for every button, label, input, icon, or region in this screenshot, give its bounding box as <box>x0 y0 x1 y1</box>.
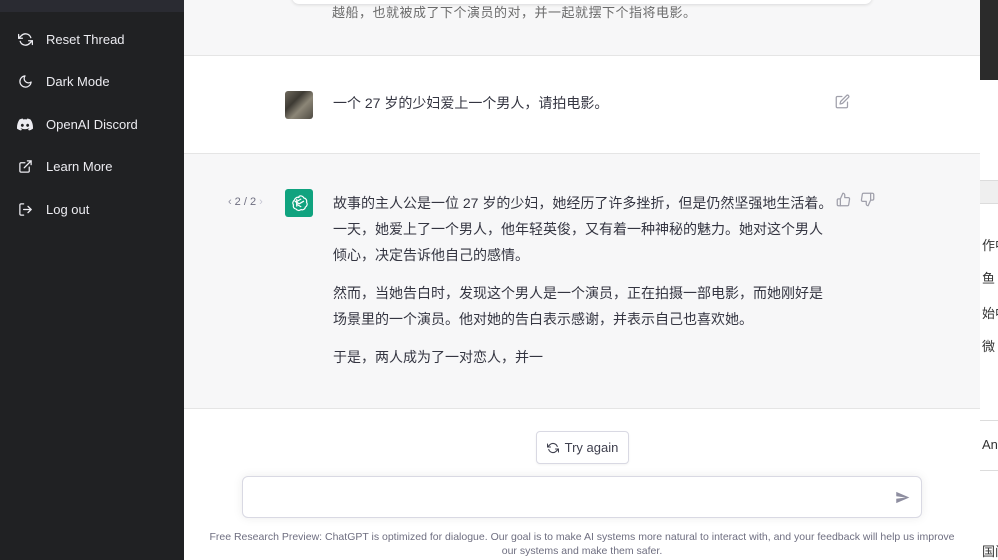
background-text-fragment: 作中 <box>982 238 998 253</box>
previous-message-row: 越船，也就被成了下个演员的对，并一起就摆下个指将电影。 <box>184 0 980 56</box>
sidebar-item-discord[interactable]: OpenAI Discord <box>0 106 184 142</box>
prompt-input[interactable] <box>255 487 875 509</box>
user-message-row: 一个 27 岁的少妇爱上一个男人，请拍电影。 <box>184 56 980 154</box>
background-text-fragment: 国间 <box>982 544 998 559</box>
assistant-message-text: 故事的主人公是一位 27 岁的少妇，她经历了许多挫折，但是仍然坚强地生活着。一天… <box>333 190 833 382</box>
refresh-icon <box>546 442 559 453</box>
discord-icon <box>16 115 34 133</box>
prompt-input-box[interactable] <box>242 476 922 518</box>
chat-main: 越船，也就被成了下个演员的对，并一起就摆下个指将电影。 一个 27 岁的少妇爱上… <box>184 0 980 560</box>
footer-disclaimer: Free Research Preview: ChatGPT is optimi… <box>209 531 955 557</box>
try-again-label: Try again <box>564 440 619 455</box>
pager-label: 2 / 2 <box>234 196 257 208</box>
openai-logo-icon <box>292 195 308 212</box>
assistant-paragraph: 故事的主人公是一位 27 岁的少妇，她经历了许多挫折，但是仍然坚强地生活着。一天… <box>333 195 833 263</box>
refresh-icon <box>16 30 34 48</box>
background-text-fragment: 鱼 <box>982 271 996 286</box>
assistant-paragraph: 于是，两人成为了一对恋人，并一 <box>333 349 543 365</box>
sidebar-item-label: Learn More <box>46 158 113 174</box>
background-text-fragment: 微 <box>982 339 996 354</box>
send-icon[interactable] <box>895 490 911 506</box>
moon-icon <box>16 72 34 90</box>
user-avatar <box>285 91 313 119</box>
sidebar-item-learn-more[interactable]: Learn More <box>0 148 184 184</box>
edit-icon[interactable] <box>835 94 851 110</box>
thumbs-down-icon[interactable] <box>860 192 876 208</box>
response-pager: ‹ 2 / 2 › <box>228 196 263 208</box>
background-divider <box>980 420 998 421</box>
thumbs-up-icon[interactable] <box>836 192 852 208</box>
pager-next-button[interactable]: › <box>259 196 263 208</box>
sidebar-item-reset-thread[interactable]: Reset Thread <box>0 21 184 57</box>
sidebar-top-edge <box>0 0 184 12</box>
assistant-avatar <box>285 189 313 217</box>
sidebar-item-label: Dark Mode <box>46 73 110 89</box>
assistant-paragraph: 然而，当她告白时，发现这个男人是一个演员，正在拍摄一部电影，而她刚好是场景里的一… <box>333 285 823 327</box>
background-text-fragment: 始中 <box>982 306 998 321</box>
background-divider <box>980 470 998 471</box>
logout-icon <box>16 200 34 218</box>
pager-prev-button[interactable]: ‹ <box>228 196 232 208</box>
background-text-fragment: An <box>982 437 998 452</box>
user-message-text: 一个 27 岁的少妇爱上一个男人，请拍电影。 <box>333 95 609 111</box>
sidebar-item-label: Reset Thread <box>46 31 125 47</box>
background-window-toolbar <box>980 180 998 204</box>
try-again-button[interactable]: Try again <box>536 431 629 464</box>
assistant-message-row: ‹ 2 / 2 › 故事的主人公是一位 27 岁的少妇，她经历了许多挫折，但是仍… <box>184 154 980 409</box>
background-window-header <box>980 0 998 80</box>
previous-message-text: 越船，也就被成了下个演员的对，并一起就摆下个指将电影。 <box>332 5 697 20</box>
sidebar: Reset Thread Dark Mode OpenAI Discord Le… <box>0 0 184 560</box>
sidebar-item-dark-mode[interactable]: Dark Mode <box>0 63 184 99</box>
sidebar-item-log-out[interactable]: Log out <box>0 191 184 227</box>
external-link-icon <box>16 157 34 175</box>
sidebar-item-label: OpenAI Discord <box>46 116 138 132</box>
sidebar-item-label: Log out <box>46 201 90 217</box>
